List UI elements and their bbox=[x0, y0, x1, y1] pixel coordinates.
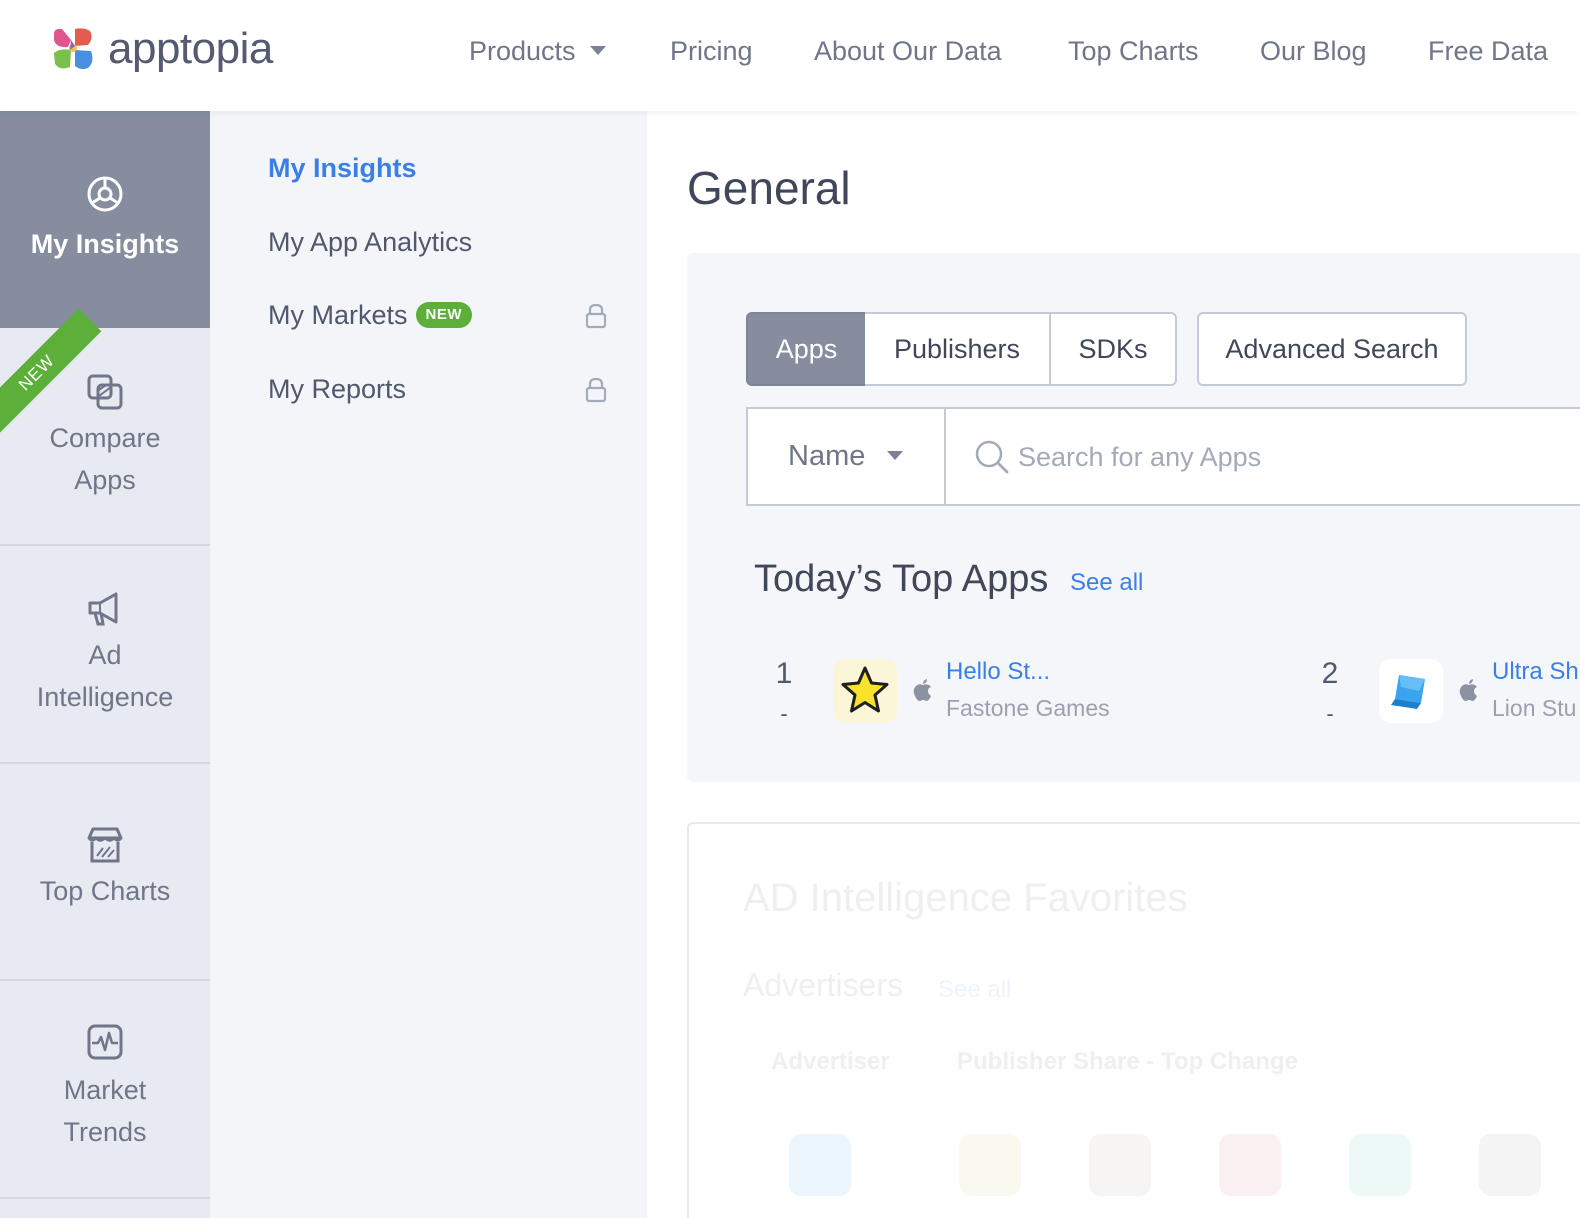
lock-icon bbox=[585, 377, 607, 403]
rail-label-line2: Apps bbox=[74, 465, 136, 495]
search-field-value: Name bbox=[788, 440, 866, 472]
advanced-search-button[interactable]: Advanced Search bbox=[1197, 312, 1467, 386]
advertiser-logo[interactable] bbox=[1479, 1134, 1541, 1196]
advertiser-logo[interactable] bbox=[1349, 1134, 1411, 1196]
pulse-icon bbox=[87, 1024, 123, 1060]
insights-icon bbox=[87, 176, 123, 212]
app-icon[interactable] bbox=[1379, 659, 1443, 723]
top-apps-see-all-link[interactable]: See all bbox=[1070, 569, 1143, 597]
app-publisher: Fastone Games bbox=[946, 695, 1110, 721]
search-icon bbox=[975, 440, 1009, 474]
rail-label: Top Charts bbox=[39, 876, 171, 906]
nav-top-charts[interactable]: Top Charts bbox=[1068, 34, 1199, 68]
column-publisher-share: Publisher Share - Top Change bbox=[957, 1048, 1298, 1075]
apptopia-logo-mark bbox=[54, 28, 93, 70]
column-advertiser: Advertiser bbox=[771, 1048, 890, 1075]
app-icon[interactable] bbox=[833, 659, 897, 723]
new-badge: NEW bbox=[415, 301, 473, 328]
chevron-down-icon bbox=[887, 450, 904, 460]
lock-icon bbox=[585, 303, 607, 329]
top-navigation-bar: apptopia Products Pricing About Our Data… bbox=[0, 0, 1580, 111]
nav-products-label: Products bbox=[469, 36, 576, 66]
rail-label-line1: Ad bbox=[88, 640, 122, 670]
advertisers-heading: Advertisers bbox=[743, 967, 904, 1003]
nav-products[interactable]: Products bbox=[469, 34, 606, 68]
app-rank: 2 bbox=[1321, 657, 1339, 690]
rail-label-line1: Compare bbox=[49, 423, 161, 453]
submenu-my-app-analytics[interactable]: My App Analytics bbox=[268, 224, 472, 260]
app-rank: 1 bbox=[775, 657, 793, 690]
submenu-my-insights[interactable]: My Insights bbox=[268, 150, 417, 186]
rail-label-line2: Intelligence bbox=[36, 682, 174, 712]
nav-about-our-data[interactable]: About Our Data bbox=[814, 34, 1002, 68]
nav-free-data[interactable]: Free Data bbox=[1428, 34, 1548, 68]
nav-pricing[interactable]: Pricing bbox=[670, 34, 753, 68]
sidebar-rail: My Insights NEW Compare Apps Ad Intellig… bbox=[0, 111, 210, 1218]
search-input[interactable] bbox=[1018, 435, 1578, 479]
apple-icon bbox=[1459, 679, 1477, 701]
search-field-select[interactable]: Name bbox=[748, 409, 946, 504]
advertiser-logo[interactable] bbox=[959, 1134, 1021, 1196]
app-publisher: Lion Stu bbox=[1492, 695, 1577, 721]
apple-icon bbox=[913, 679, 931, 701]
insights-submenu: My Insights My App Analytics My Markets N… bbox=[210, 111, 647, 1218]
ad-intelligence-title: AD Intelligence Favorites bbox=[743, 876, 1188, 920]
blue-cube-icon bbox=[1391, 675, 1425, 709]
tab-apps[interactable]: Apps bbox=[746, 312, 867, 386]
search-bar: Name bbox=[746, 407, 1580, 506]
advertiser-logo[interactable] bbox=[789, 1134, 851, 1196]
advertiser-logo[interactable] bbox=[1089, 1134, 1151, 1196]
app-rank-change: - bbox=[1326, 701, 1334, 726]
advertiser-logo[interactable] bbox=[1219, 1134, 1281, 1196]
storefront-icon bbox=[87, 827, 123, 863]
top-apps-title: Today’s Top Apps bbox=[754, 558, 1049, 600]
rail-item-ad-intelligence[interactable]: Ad Intelligence bbox=[0, 546, 210, 764]
tab-sdks[interactable]: SDKs bbox=[1049, 312, 1177, 386]
app-name-link[interactable]: Ultra Sh bbox=[1492, 657, 1579, 687]
rail-label-line1: Market bbox=[63, 1075, 147, 1105]
compare-icon bbox=[87, 374, 123, 410]
rail-item-market-trends[interactable]: Market Trends bbox=[0, 981, 210, 1199]
advertisers-table-header: Advertiser Publisher Share - Top Change bbox=[743, 1029, 1580, 1095]
rail-label: My Insights bbox=[30, 229, 180, 259]
tab-publishers[interactable]: Publishers bbox=[865, 312, 1051, 386]
advertisers-see-all-link[interactable]: See all bbox=[938, 976, 1011, 1004]
rail-item-my-insights[interactable]: My Insights bbox=[0, 111, 210, 328]
chevron-down-icon bbox=[589, 46, 606, 56]
app-rank-change: - bbox=[780, 701, 788, 726]
rail-item-top-charts[interactable]: Top Charts bbox=[0, 764, 210, 981]
apptopia-logo[interactable]: apptopia bbox=[50, 24, 273, 74]
megaphone-icon bbox=[88, 592, 118, 626]
submenu-my-markets[interactable]: My Markets NEW bbox=[268, 297, 473, 333]
submenu-label: My Markets bbox=[268, 300, 408, 330]
submenu-my-reports[interactable]: My Reports bbox=[268, 371, 406, 407]
nav-our-blog[interactable]: Our Blog bbox=[1260, 34, 1367, 68]
search-card: Apps Publishers SDKs Advanced Search Nam… bbox=[687, 253, 1580, 782]
ad-intelligence-card: AD Intelligence Favorites Advertisers Se… bbox=[687, 822, 1580, 1218]
page-title: General bbox=[687, 162, 851, 214]
logo-wordmark: apptopia bbox=[108, 24, 273, 73]
app-name-link[interactable]: Hello St... bbox=[946, 657, 1050, 687]
star-icon bbox=[841, 666, 889, 713]
rail-label-line2: Trends bbox=[63, 1117, 147, 1147]
